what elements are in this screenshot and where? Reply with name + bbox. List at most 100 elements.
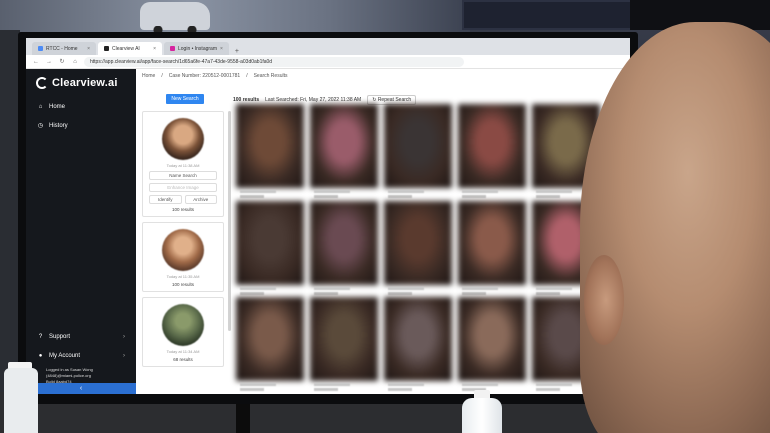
new-search-button[interactable]: New Search [166,94,204,104]
background-window [0,0,470,32]
history-time: Today at 11:38 AM [166,163,200,168]
result-caption [458,188,526,200]
help-icon: ? [38,333,43,340]
result-caption [384,381,452,393]
close-icon[interactable]: × [220,46,223,52]
breadcrumb-home[interactable]: Home [142,73,155,79]
probe-face-thumbnail[interactable] [162,229,204,271]
result-face-image[interactable] [236,200,304,285]
sidebar-item-support[interactable]: ? Support › [26,327,136,346]
monitor-screen: RTCC - Home × Clearview AI × Login • Ins… [26,38,630,394]
history-time: Today at 11:35 AM [166,274,200,279]
brand-name: Clearview.ai [52,77,118,89]
result-face-image[interactable] [310,297,378,382]
browser-tab[interactable]: Login • Instagram × [164,42,229,55]
result-tile[interactable] [384,297,452,393]
history-results-count: 100 results [171,207,194,212]
chevron-right-icon: › [123,352,125,359]
sidebar-item-history[interactable]: ◷ History [26,116,136,135]
result-tile[interactable] [384,200,452,297]
collapse-sidebar-button[interactable]: ‹ [26,383,136,394]
result-face-image[interactable] [458,104,526,188]
logo-icon [36,77,48,89]
result-tile[interactable] [310,200,378,297]
result-face-image[interactable] [310,104,378,188]
result-tile[interactable] [458,200,526,297]
tab-label: RTCC - Home [46,45,78,52]
result-caption [310,188,378,200]
result-tile[interactable] [236,200,304,297]
result-tile[interactable] [458,297,526,393]
result-caption [384,188,452,200]
monitor-stand [236,404,250,433]
breadcrumb-separator: / [246,73,248,79]
result-tile[interactable] [236,297,304,393]
archive-button[interactable]: Archive [184,195,217,204]
result-caption [458,381,526,393]
result-face-image[interactable] [384,297,452,382]
result-face-image[interactable] [236,297,304,382]
browser-tab[interactable]: RTCC - Home × [32,42,96,55]
sidebar-item-label: History [49,122,68,129]
result-caption [236,285,304,297]
background-car [140,2,210,34]
result-face-image[interactable] [384,200,452,285]
identify-button[interactable]: Identify [149,195,182,204]
browser-tabbar: RTCC - Home × Clearview AI × Login • Ins… [26,38,630,55]
close-icon[interactable]: × [87,46,90,52]
history-scrollbar[interactable] [228,111,231,331]
result-caption [310,285,378,297]
result-face-image[interactable] [458,200,526,285]
clearview-app: Clearview.ai ⌂ Home ◷ History ? Support … [26,69,630,394]
result-tile[interactable] [310,104,378,200]
tab-label: Clearview AI [112,45,140,52]
history-card[interactable]: Today at 11:38 AM Name Search Enhance Im… [142,111,224,217]
login-info: Logged in as Susan Wong (4848)@miami-pol… [26,365,136,385]
result-caption [236,188,304,200]
back-icon[interactable]: ← [32,59,40,65]
water-bottle [462,398,502,433]
result-caption [310,381,378,393]
result-face-image[interactable] [458,297,526,382]
new-tab-button[interactable]: + [231,48,243,55]
sidebar-item-label: Support [49,333,71,340]
result-face-image[interactable] [236,104,304,188]
enhance-image-button[interactable]: Enhance Image [149,183,217,192]
forward-icon[interactable]: → [45,59,53,65]
reload-icon[interactable]: ↻ [58,58,66,65]
history-card[interactable]: Today at 11:34 AM 68 results [142,297,224,367]
brand-logo[interactable]: Clearview.ai [26,69,136,97]
sidebar-item-label: Home [49,103,66,110]
result-caption [236,381,304,393]
breadcrumb-current: Search Results [253,73,288,79]
result-face-image[interactable] [384,104,452,188]
sidebar-item-account[interactable]: ● My Account › [26,346,136,365]
sidebar-bottom: ? Support › ● My Account › Logged in as … [26,327,136,385]
sidebar-item-home[interactable]: ⌂ Home [26,97,136,116]
result-tile[interactable] [384,104,452,200]
result-tile[interactable] [458,104,526,200]
probe-face-thumbnail[interactable] [162,118,204,160]
result-face-image[interactable] [310,200,378,285]
breadcrumb: Home / Case Number: 220512-0001781 / Sea… [142,73,287,79]
tab-favicon-icon [104,46,109,51]
photo-scene: ✉ ▣ ☺ ☑ ⋯ RTCC - Home × Clearview AI × L… [0,0,770,433]
probe-face-thumbnail[interactable] [162,304,204,346]
name-search-button[interactable]: Name Search [149,171,217,180]
home-icon: ⌂ [38,103,43,110]
history-actions: Identify Archive [149,195,217,204]
tab-favicon-icon [38,46,43,51]
last-searched: Last Searched: Fri, May 27, 2022 11:38 A… [265,97,362,103]
close-icon[interactable]: × [153,46,156,52]
browser-tab-active[interactable]: Clearview AI × [98,42,162,55]
sidebar-item-label: My Account [49,352,81,359]
sidebar: Clearview.ai ⌂ Home ◷ History ? Support … [26,69,136,394]
home-icon[interactable]: ⌂ [71,59,79,65]
url-field[interactable]: https://app.clearview.ai/app/face-search… [84,56,464,67]
result-tile[interactable] [310,297,378,393]
result-tile[interactable] [236,104,304,200]
tab-favicon-icon [170,46,175,51]
breadcrumb-case[interactable]: Case Number: 220512-0001781 [169,73,240,79]
history-card[interactable]: Today at 11:35 AM 100 results [142,222,224,292]
main-pane: Home / Case Number: 220512-0001781 / Sea… [136,69,630,394]
